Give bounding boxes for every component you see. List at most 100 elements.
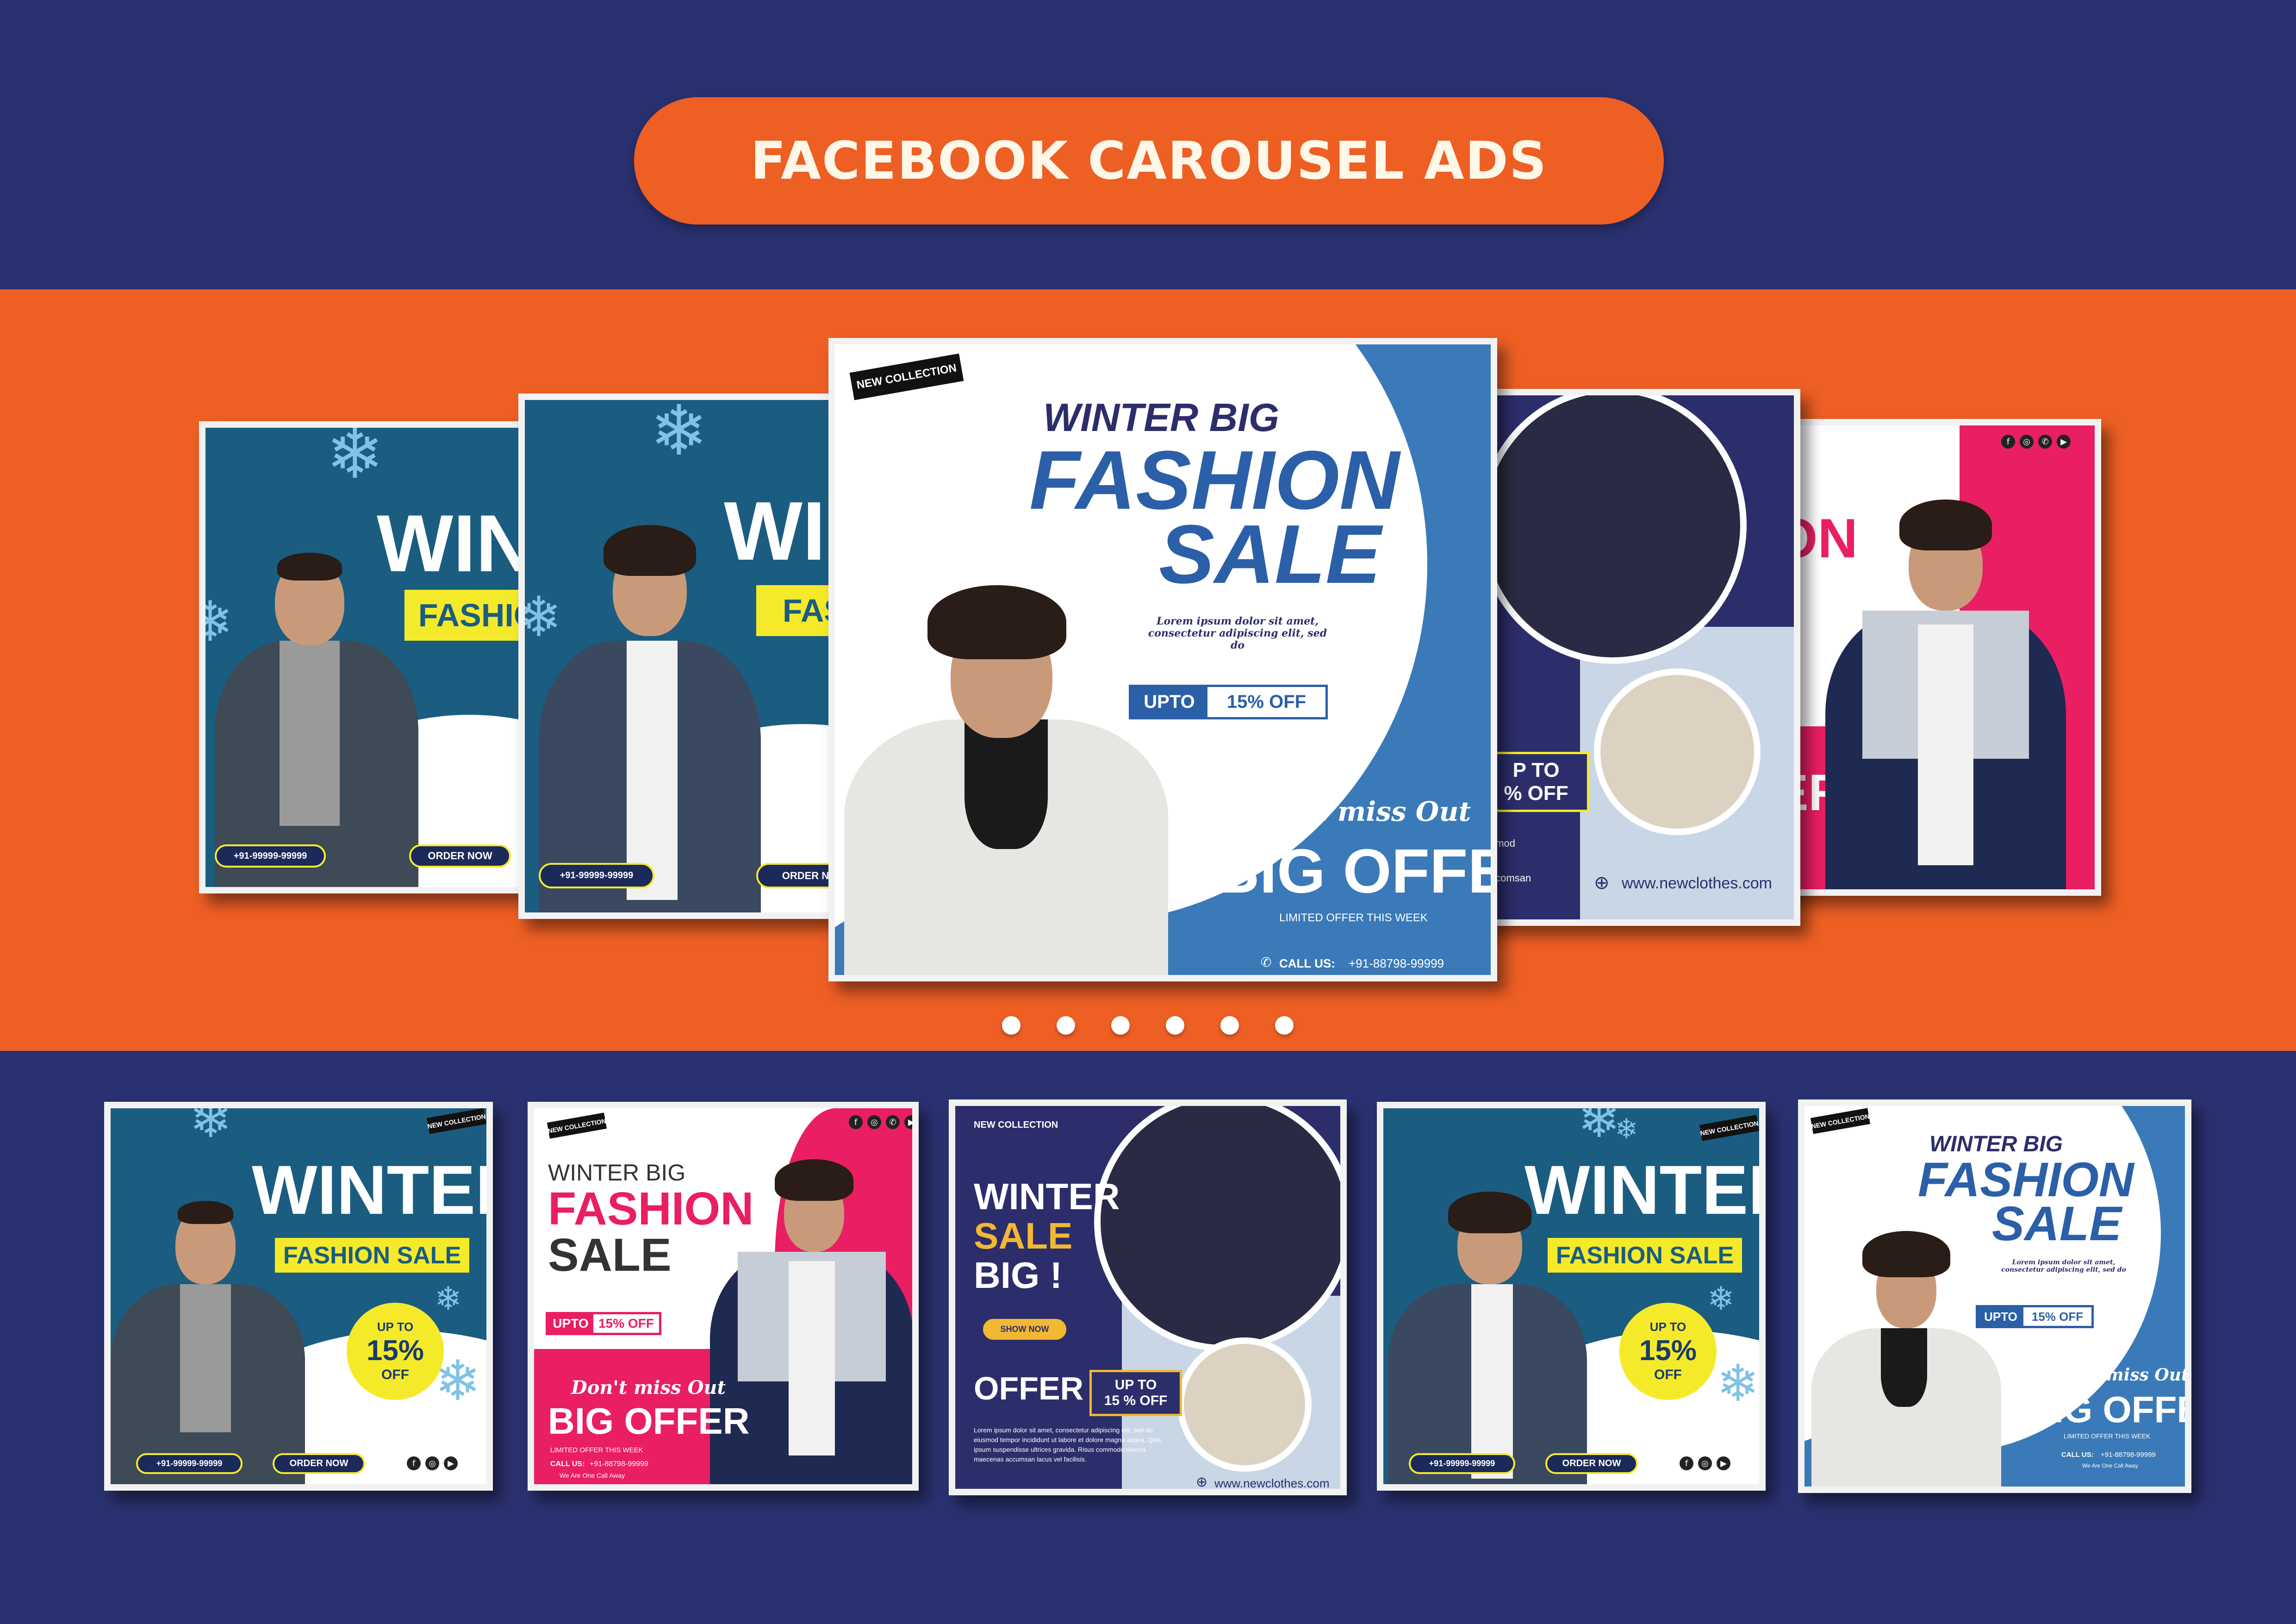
- card-winter: WINTER: [1524, 1151, 1759, 1229]
- slide-phone[interactable]: +91-88798-99999: [1349, 956, 1444, 971]
- youtube-icon[interactable]: ▶: [904, 1115, 912, 1129]
- snowflake-icon: ❄: [1707, 1280, 1735, 1318]
- instagram-icon[interactable]: ◎: [1698, 1456, 1712, 1470]
- youtube-icon[interactable]: ▶: [2057, 435, 2071, 449]
- snowflake-icon: ❄: [435, 1280, 462, 1318]
- badge-upto: UP TO: [1649, 1320, 1686, 1334]
- card-discount-badge: UP TO 15% OFF: [1619, 1303, 1717, 1400]
- jacket-circle-image: [1094, 1106, 1340, 1351]
- off-label: 15% OFF: [593, 1314, 659, 1333]
- new-collection-tag: NEW COLLECTION: [426, 1108, 486, 1134]
- card-call-label: CALL US:: [2061, 1451, 2094, 1459]
- ad-card-1[interactable]: ❄ ❄ ❄ NEW COLLECTION WINTER FASHION SALE…: [104, 1102, 493, 1491]
- title-banner: FACEBOOK CAROUSEL ADS: [634, 97, 1664, 225]
- card-order-button[interactable]: ORDER NOW: [1545, 1453, 1638, 1474]
- globe-icon: ⊕: [1196, 1474, 1208, 1490]
- social-icons: f ◎ ✆ ▶: [2001, 435, 2071, 449]
- card-winter: WINTER: [974, 1176, 1120, 1217]
- card-big-offer: BIG OFFER: [2027, 1389, 2185, 1430]
- new-collection-label: NEW COLLECTION: [547, 1117, 607, 1135]
- card-collection: NEW COLLECTION: [974, 1120, 1058, 1130]
- slide-phone-button[interactable]: +91-99999-99999: [215, 844, 326, 868]
- card-call-away: We Are One Call Away: [2082, 1462, 2138, 1469]
- card-phone-button[interactable]: +91-99999-99999: [136, 1453, 243, 1474]
- instagram-icon[interactable]: ◎: [867, 1115, 881, 1129]
- card-upto-box: UPTO 15% OFF: [546, 1312, 661, 1335]
- card-fashion-sale: FASHION SALE: [275, 1238, 469, 1273]
- card-shop-button[interactable]: SHOW NOW: [983, 1319, 1066, 1340]
- ad-card-5[interactable]: NEW COLLECTION WINTER BIG FASHION SALE L…: [1798, 1099, 2191, 1493]
- facebook-icon[interactable]: f: [407, 1456, 421, 1470]
- card-phone-button[interactable]: +91-99999-99999: [1409, 1453, 1515, 1474]
- snowflake-icon: ❄: [326, 421, 384, 494]
- ad-card-2[interactable]: NEW COLLECTION f ◎ ✆ ▶ WINTER BIG FASHIO…: [528, 1102, 919, 1491]
- model-image: [1811, 1212, 2006, 1487]
- snowflake-icon: ❄: [189, 1102, 232, 1149]
- slide-order-button[interactable]: ORDER NOW: [409, 844, 511, 868]
- upto-label: UP TO: [1114, 1377, 1157, 1393]
- ad-card-4[interactable]: ❄ ❄ ❄ ❄ NEW COLLECTION WINTER FASHION SA…: [1377, 1102, 1766, 1491]
- carousel-dot[interactable]: [1275, 1016, 1294, 1035]
- slide-upto-box: P TO % OFF: [1487, 752, 1589, 812]
- card-limited: LIMITED OFFER THIS WEEK: [2064, 1432, 2151, 1440]
- snowflake-icon: ❄: [1717, 1354, 1760, 1413]
- card-upto-box: UP TO 15 % OFF: [1089, 1370, 1182, 1416]
- slide-winter-text: WIN: [377, 499, 532, 589]
- slide-limited: LIMITED OFFER THIS WEEK: [1279, 912, 1428, 924]
- slide-big-offer: BIG OFFER: [1214, 836, 1491, 906]
- upto-label: UPTO: [548, 1314, 593, 1333]
- slide-upto-text: P TO: [1512, 759, 1560, 781]
- youtube-icon[interactable]: ▶: [1717, 1456, 1730, 1470]
- facebook-icon[interactable]: f: [849, 1115, 863, 1129]
- carousel-dot[interactable]: [1220, 1016, 1239, 1035]
- card-website[interactable]: www.newclothes.com: [1214, 1476, 1330, 1489]
- carousel-slide-left-2[interactable]: ❄ ❄ WI FAS +91-99999-99999 ORDER NO: [518, 394, 852, 919]
- ad-card-3[interactable]: NEW COLLECTION WINTER SALE BIG ! SHOW NO…: [949, 1099, 1347, 1495]
- slide-fashion-text: FASHIO: [404, 590, 526, 641]
- social-icons: f ◎ ▶: [407, 1456, 458, 1470]
- snowflake-icon: ❄: [1615, 1113, 1638, 1145]
- carousel-slide-right-2[interactable]: ON ER f ◎ ✆ ▶: [1759, 419, 2101, 896]
- model-image: [844, 543, 1177, 975]
- card-phone[interactable]: +91-88798-99999: [2101, 1451, 2156, 1459]
- phone-icon: ✆: [1261, 955, 1272, 970]
- youtube-icon[interactable]: ▶: [444, 1456, 458, 1470]
- instagram-icon[interactable]: ◎: [2020, 435, 2034, 449]
- model-image: [1825, 472, 2066, 889]
- model-circle-image: [1177, 1337, 1312, 1472]
- carousel-dot[interactable]: [1166, 1016, 1184, 1035]
- badge-upto: UP TO: [377, 1320, 414, 1334]
- card-lorem: Lorem ipsum dolor sit amet, consectetur …: [2001, 1259, 2126, 1274]
- card-dont-miss: Don't miss Out: [571, 1377, 726, 1399]
- page-title: FACEBOOK CAROUSEL ADS: [750, 131, 1548, 191]
- slide-dont-miss: Don't miss Out: [1247, 796, 1471, 827]
- carousel-dot[interactable]: [1002, 1016, 1020, 1035]
- whatsapp-icon[interactable]: ✆: [2038, 435, 2052, 449]
- card-line3: SALE: [548, 1229, 672, 1281]
- card-lorem: Lorem ipsum dolor sit amet, consectetur …: [974, 1426, 1161, 1463]
- slide-off-text: % OFF: [1504, 782, 1568, 805]
- new-collection-tag: NEW COLLECTION: [547, 1112, 607, 1139]
- card-offer: OFFER !: [974, 1370, 1103, 1406]
- facebook-icon[interactable]: f: [2001, 435, 2015, 449]
- slide-website[interactable]: www.newclothes.com: [1622, 874, 1772, 893]
- badge-pct: 15%: [1639, 1335, 1697, 1367]
- whatsapp-icon[interactable]: ✆: [886, 1115, 900, 1129]
- card-line3: SALE: [1992, 1197, 2122, 1251]
- off-label: 15 % OFF: [1104, 1393, 1168, 1408]
- carousel-dot[interactable]: [1057, 1016, 1075, 1035]
- carousel-slide-active[interactable]: NEW COLLECTION WINTER BIG FASHION SALE L…: [828, 338, 1497, 981]
- card-phone[interactable]: +91-88798-99999: [590, 1460, 648, 1468]
- slide-phone-button[interactable]: +91-99999-99999: [539, 863, 654, 888]
- carousel-slide-right-1[interactable]: P TO % OFF amod ecomsan ⊕ www.newclothes…: [1481, 389, 1800, 926]
- card-limited: LIMITED OFFER THIS WEEK: [550, 1446, 643, 1454]
- off-label: 15% OFF: [1207, 687, 1325, 717]
- instagram-icon[interactable]: ◎: [425, 1456, 439, 1470]
- card-order-button[interactable]: ORDER NOW: [273, 1453, 365, 1474]
- card-dont-miss: Don't miss Out: [2050, 1365, 2189, 1385]
- carousel-dot[interactable]: [1111, 1016, 1130, 1035]
- card-big-offer: BIG OFFER: [548, 1400, 750, 1442]
- carousel-slide-left-1[interactable]: ❄ ❄ WIN FASHIO +91-99999-99999 ORDER NOW: [199, 421, 532, 893]
- card-discount-badge: UP TO 15% OFF: [347, 1303, 444, 1400]
- facebook-icon[interactable]: f: [1680, 1456, 1693, 1470]
